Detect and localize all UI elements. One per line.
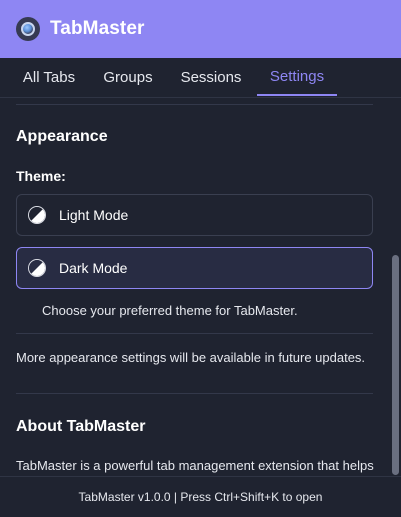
settings-content: Appearance Theme: Light Mode Dark Mode C…	[0, 98, 390, 476]
half-circle-icon	[28, 206, 46, 224]
footer-text: TabMaster v1.0.0 | Press Ctrl+Shift+K to…	[78, 490, 323, 504]
tabmaster-popup: TabMaster All Tabs Groups Sessions Setti…	[0, 0, 401, 517]
theme-help-text: Choose your preferred theme for TabMaste…	[42, 303, 298, 318]
about-text: TabMaster is a powerful tab management e…	[16, 458, 374, 473]
divider	[16, 333, 373, 334]
app-title: TabMaster	[50, 18, 145, 39]
header-bar: TabMaster	[0, 0, 401, 58]
about-heading: About TabMaster	[16, 418, 146, 435]
divider	[16, 104, 373, 105]
dark-mode-option[interactable]: Dark Mode	[16, 247, 373, 289]
light-mode-label: Light Mode	[59, 207, 129, 223]
tabmaster-logo-icon	[16, 17, 40, 41]
footer-bar: TabMaster v1.0.0 | Press Ctrl+Shift+K to…	[0, 476, 401, 517]
tab-groups[interactable]: Groups	[94, 58, 162, 96]
half-circle-icon	[28, 259, 46, 277]
divider	[16, 393, 373, 394]
tab-all-tabs[interactable]: All Tabs	[13, 58, 85, 96]
dark-mode-label: Dark Mode	[59, 260, 128, 276]
theme-label: Theme:	[16, 168, 66, 184]
scrollbar-thumb[interactable]	[392, 255, 399, 475]
more-settings-note: More appearance settings will be availab…	[16, 350, 366, 365]
appearance-heading: Appearance	[16, 128, 108, 145]
tab-settings[interactable]: Settings	[257, 58, 337, 96]
tab-sessions[interactable]: Sessions	[172, 58, 250, 96]
light-mode-option[interactable]: Light Mode	[16, 194, 373, 236]
tab-bar: All Tabs Groups Sessions Settings	[0, 58, 401, 98]
